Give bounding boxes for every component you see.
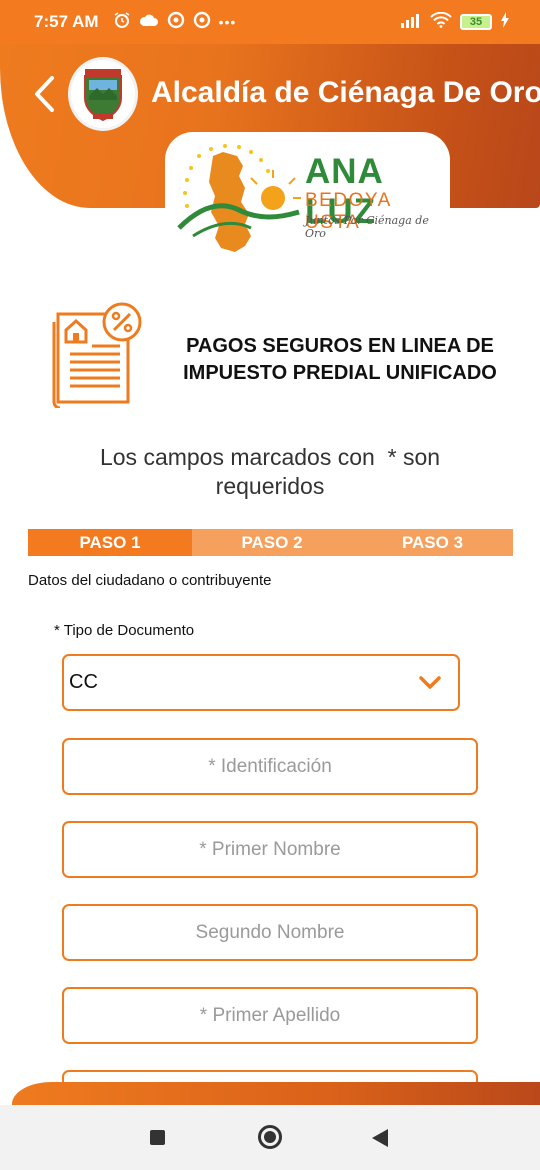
heading-line-2: IMPUESTO PREDIAL UNIFICADO bbox=[183, 362, 497, 384]
tax-document-icon bbox=[52, 302, 142, 408]
alarm-icon bbox=[113, 11, 131, 34]
doc-type-select[interactable]: CC bbox=[62, 654, 460, 711]
brand-slogan: Juntos Por Ciénaga de Oro bbox=[305, 214, 429, 240]
system-nav-bar bbox=[0, 1105, 540, 1170]
chevron-down-icon bbox=[419, 676, 441, 689]
doc-type-value: CC bbox=[69, 671, 98, 693]
primer-nombre-placeholder: * Primer Nombre bbox=[199, 838, 341, 860]
screen: 7:57 AM ••• 35 Alcaldía de Ciénaga De Or… bbox=[0, 0, 540, 1170]
primer-apellido-input[interactable]: * Primer Apellido bbox=[62, 987, 478, 1044]
segundo-nombre-placeholder: Segundo Nombre bbox=[195, 921, 345, 943]
status-right: 35 bbox=[400, 11, 510, 33]
primer-nombre-input[interactable]: * Primer Nombre bbox=[62, 821, 478, 878]
wifi-icon bbox=[430, 11, 452, 33]
more-dots: ••• bbox=[218, 14, 237, 30]
municipality-crest-logo bbox=[68, 57, 138, 131]
battery-icon: 35 bbox=[460, 14, 492, 30]
step-1-tab: PASO 1 bbox=[28, 529, 192, 556]
segundo-nombre-input[interactable]: Segundo Nombre bbox=[62, 904, 478, 961]
doc-type-label: * Tipo de Documento bbox=[54, 622, 195, 639]
back-button[interactable] bbox=[26, 72, 62, 116]
heading-line-1: PAGOS SEGUROS EN LINEA DE bbox=[186, 335, 494, 357]
primer-apellido-placeholder: * Primer Apellido bbox=[199, 1004, 341, 1026]
app-title: Alcaldía de Ciénaga De Oro bbox=[151, 76, 540, 109]
required-note-line-1: Los campos marcados con * son bbox=[99, 444, 441, 470]
cloud-icon bbox=[139, 13, 159, 32]
ana-luz-logo-map bbox=[177, 144, 301, 252]
step-3-tab: PASO 3 bbox=[352, 529, 513, 556]
campaign-logo-card: ANA LUZ BEDOYA USTA Juntos Por Ciénaga d… bbox=[165, 132, 450, 274]
identificacion-input[interactable]: * Identificación bbox=[62, 738, 478, 795]
section-label: Datos del ciudadano o contribuyente bbox=[28, 572, 272, 589]
sync-icon bbox=[167, 11, 185, 34]
status-time: 7:57 AM bbox=[34, 12, 99, 31]
required-fields-note: Los campos marcados con * son requeridos bbox=[60, 443, 480, 501]
recents-button[interactable] bbox=[150, 1130, 165, 1145]
step-indicator: PASO 1 PASO 2 PASO 3 bbox=[28, 529, 513, 556]
status-bar: 7:57 AM ••• 35 bbox=[0, 0, 540, 44]
page-heading: PAGOS SEGUROS EN LINEA DE IMPUESTO PREDI… bbox=[160, 333, 520, 387]
home-button[interactable] bbox=[258, 1125, 282, 1149]
required-note-line-2: requeridos bbox=[215, 473, 325, 499]
chevron-left-icon bbox=[35, 76, 54, 112]
step-2-tab: PASO 2 bbox=[192, 529, 352, 556]
sync-icon bbox=[193, 11, 211, 34]
signal-icon bbox=[400, 12, 422, 33]
charging-icon bbox=[500, 11, 510, 33]
identificacion-placeholder: * Identificación bbox=[208, 755, 332, 777]
system-back-button[interactable] bbox=[372, 1129, 388, 1147]
